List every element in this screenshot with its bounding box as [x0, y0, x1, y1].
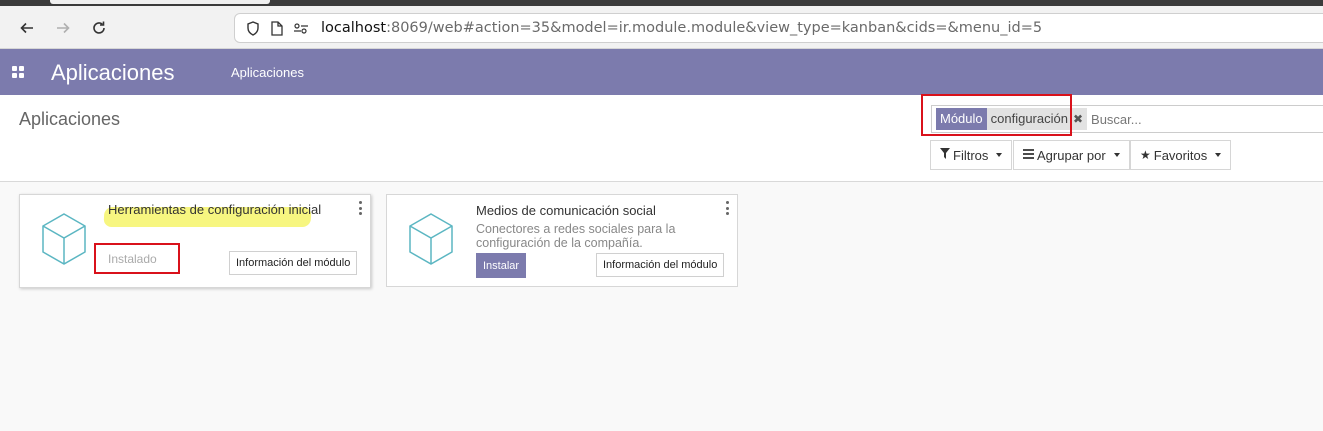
url-path: :8069/web#action=35&model=ir.module.modu… [386, 20, 1043, 36]
module-card[interactable]: Medios de comunicación social Conectores… [386, 194, 738, 287]
search-input[interactable] [1091, 111, 1292, 127]
group-by-label: Agrupar por [1037, 147, 1106, 163]
filters-label: Filtros [953, 147, 989, 163]
cube-icon [42, 213, 86, 265]
page-icon[interactable] [269, 20, 285, 36]
annotation-highlight-search [921, 94, 1072, 136]
install-button[interactable]: Instalar [476, 253, 527, 278]
group-by-button[interactable]: Agrupar por [1013, 140, 1130, 170]
module-title: Herramientas de configuración inicial [108, 202, 322, 217]
arrow-right-icon[interactable] [51, 16, 75, 40]
shield-icon[interactable] [245, 20, 261, 36]
filters-button[interactable]: Filtros [930, 140, 1013, 170]
close-icon[interactable]: ✖ [1073, 109, 1083, 129]
menu-item-aplicaciones[interactable]: Aplicaciones [231, 65, 304, 80]
favorites-label: Favoritos [1153, 147, 1208, 163]
url-host: localhost [321, 20, 387, 36]
module-info-button[interactable]: Información del módulo [596, 253, 725, 277]
filter-icon [940, 148, 950, 162]
address-bar[interactable]: localhost:8069/web#action=35&model=ir.mo… [234, 13, 1323, 43]
site-settings-icon[interactable] [293, 20, 309, 36]
card-menu-icon[interactable] [358, 201, 362, 215]
module-title: Medios de comunicación social [476, 203, 656, 218]
caret-down-icon [996, 153, 1003, 157]
arrow-left-icon[interactable] [15, 16, 39, 40]
bars-icon [1023, 148, 1034, 162]
caret-down-icon [1215, 153, 1222, 157]
app-brand[interactable]: Aplicaciones [51, 60, 175, 86]
breadcrumb: Aplicaciones [19, 109, 121, 129]
caret-down-icon [1113, 153, 1120, 157]
favorites-button[interactable]: ★ Favoritos [1130, 140, 1232, 170]
main-navbar: Aplicaciones Aplicaciones [0, 49, 1323, 95]
star-icon: ★ [1140, 148, 1151, 162]
cube-icon [409, 213, 453, 265]
annotation-highlight-status [94, 243, 180, 274]
browser-toolbar: localhost:8069/web#action=35&model=ir.mo… [0, 6, 1323, 49]
card-menu-icon[interactable] [725, 201, 729, 215]
module-description: Conectores a redes sociales para la conf… [476, 222, 676, 250]
apps-menu-icon[interactable] [12, 66, 25, 79]
reload-icon[interactable] [87, 16, 111, 40]
control-panel: Aplicaciones Módulo configuración ✖ Filt… [0, 95, 1323, 182]
module-info-button[interactable]: Información del módulo [229, 251, 358, 275]
url-text: localhost:8069/web#action=35&model=ir.mo… [321, 20, 1042, 36]
browser-tab[interactable] [50, 0, 270, 4]
